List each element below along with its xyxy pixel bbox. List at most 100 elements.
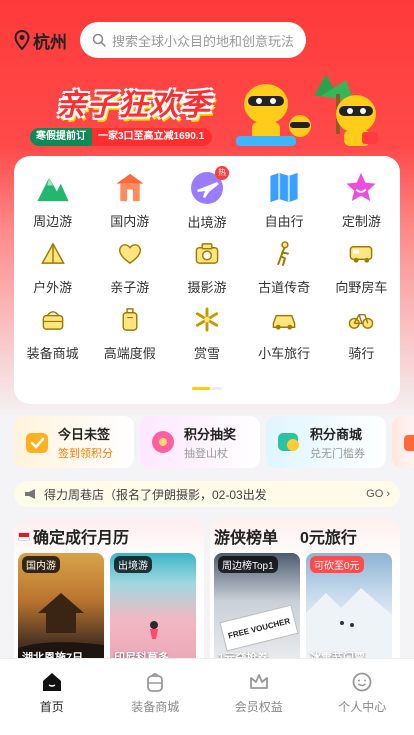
city-selector[interactable]: 杭州 xyxy=(14,28,74,53)
task-checkin[interactable]: 今日未签 签到领积分 xyxy=(14,416,134,468)
camera-icon xyxy=(195,243,219,264)
tab-label: 装备商城 xyxy=(131,700,180,714)
bike-icon xyxy=(349,313,374,329)
promo-card-ranking[interactable]: 游侠榜单 0元旅行 FREE VOUCHER 周边榜Top1 1元夺抢券 可砍至… xyxy=(210,519,400,669)
hot-badge: 热 xyxy=(214,166,229,180)
task-points-mall[interactable]: 积分商城 兑无门槛券 xyxy=(266,416,386,468)
category-item[interactable]: 亲子游 xyxy=(91,236,168,296)
banner-title: 亲子狂欢季 xyxy=(56,89,211,122)
temple-icon xyxy=(116,173,144,202)
category-label: 户外游 xyxy=(33,280,73,295)
category-grid-card: 周边游 国内游 热 出境游 自由行 定制游 户外游 亲子游 摄影游 古道传奇 向… xyxy=(14,156,400,404)
banner-mascot-illustration xyxy=(236,74,378,146)
promo-thumb[interactable]: 国内游 湖北恩施7日 xyxy=(18,553,104,669)
lottery-wheel-icon xyxy=(152,431,174,453)
voucher-text: FREE VOUCHER xyxy=(227,615,291,641)
category-label: 赏雪 xyxy=(193,346,220,361)
task-subtitle: 签到领积分 xyxy=(58,447,113,460)
tab-profile[interactable]: 个人中心 xyxy=(311,659,414,735)
category-item[interactable]: 摄影游 xyxy=(168,236,245,296)
rv-icon xyxy=(350,246,373,263)
backpack-icon xyxy=(147,673,164,692)
tab-gear-mall[interactable]: 装备商城 xyxy=(104,659,208,735)
promo-banner[interactable]: 亲子狂欢季 寒假提前订 一家3口至高立减1690.1 xyxy=(0,66,414,154)
category-label: 向野房车 xyxy=(335,280,388,295)
category-label: 周边游 xyxy=(33,214,73,229)
task-title: 积分抽奖 xyxy=(184,426,237,442)
category-label: 亲子游 xyxy=(110,280,150,295)
promo-thumb[interactable]: 可砍至0元 冰雪节门票 xyxy=(306,553,392,669)
category-label: 小车旅行 xyxy=(258,346,311,361)
category-item[interactable]: 骑行 xyxy=(323,302,400,362)
task-more[interactable] xyxy=(392,416,414,468)
banner-tag-left: 寒假提前订 xyxy=(30,128,92,146)
task-title: 积分商城 xyxy=(310,426,363,442)
banner-offer-pill: 寒假提前订 一家3口至高立减1690.1 xyxy=(30,128,213,146)
map-icon xyxy=(270,172,298,203)
notice-bar[interactable]: 得力周巷店（报名了伊朗摄影，02-03出发 GO › xyxy=(14,481,400,507)
search-placeholder: 搜索全球小众目的地和创意玩法 xyxy=(112,33,295,49)
promo-thumb-tag: 出境游 xyxy=(114,556,152,573)
promo-thumb[interactable]: FREE VOUCHER 周边榜Top1 1元夺抢券 xyxy=(214,553,300,669)
category-item[interactable]: 古道传奇 xyxy=(246,236,323,296)
voucher-card: FREE VOUCHER xyxy=(219,604,299,652)
category-item[interactable]: 向野房车 xyxy=(323,236,400,296)
promo-title-b: 0元旅行 xyxy=(300,530,357,547)
luggage-icon xyxy=(122,308,138,331)
search-icon xyxy=(92,33,106,47)
category-grid: 周边游 国内游 热 出境游 自由行 定制游 户外游 亲子游 摄影游 古道传奇 向… xyxy=(14,166,400,362)
category-label: 古道传奇 xyxy=(258,280,311,295)
category-label: 出境游 xyxy=(187,215,227,230)
crown-icon xyxy=(249,674,268,689)
category-label: 骑行 xyxy=(348,346,375,361)
home-icon xyxy=(42,673,61,691)
search-input[interactable]: 搜索全球小众目的地和创意玩法 xyxy=(80,22,306,58)
category-item[interactable]: 高端度假 xyxy=(91,302,168,362)
points-task-row: 今日未签 签到领积分 积分抽奖 抽登山杖 积分商城 兑无门槛券 xyxy=(14,416,414,468)
task-title: 今日未签 xyxy=(58,426,111,442)
tab-home[interactable]: 首页 xyxy=(0,659,104,735)
notice-text: 得力周巷店（报名了伊朗摄影，02-03出发 xyxy=(44,487,267,502)
category-item[interactable]: 户外游 xyxy=(14,236,91,296)
category-label: 高端度假 xyxy=(103,346,156,361)
tab-label: 会员权益 xyxy=(234,700,283,714)
heart-icon xyxy=(118,244,141,265)
gift-icon xyxy=(404,435,414,451)
location-pin-icon xyxy=(14,30,30,50)
calendar-check-icon xyxy=(26,433,48,453)
category-item[interactable]: 装备商城 xyxy=(14,302,91,362)
category-label: 自由行 xyxy=(264,214,304,229)
snowflake-icon xyxy=(195,307,219,332)
hiker-icon xyxy=(277,241,289,267)
task-lottery[interactable]: 积分抽奖 抽登山杖 xyxy=(140,416,260,468)
promo-thumb-tag: 可砍至0元 xyxy=(310,556,364,573)
category-label: 摄影游 xyxy=(187,280,227,295)
banner-tag-right: 一家3口至高立减1690.1 xyxy=(92,128,213,146)
notice-go-link[interactable]: GO › xyxy=(366,488,390,500)
bottom-tab-bar: 首页 装备商城 会员权益 个人中心 xyxy=(0,658,414,735)
category-item[interactable]: 国内游 xyxy=(91,170,168,230)
category-label: 定制游 xyxy=(341,214,381,229)
promo-card-calendar[interactable]: 确定成行月历 国内游 湖北恩施7日 出境游 印尼科莫多 xyxy=(14,519,204,669)
category-item[interactable]: 小车旅行 xyxy=(246,302,323,362)
mountain-icon xyxy=(37,177,69,202)
category-item[interactable]: 周边游 xyxy=(14,170,91,230)
category-item[interactable]: 热 出境游 xyxy=(168,166,245,230)
tab-membership[interactable]: 会员权益 xyxy=(207,659,311,735)
category-item[interactable]: 自由行 xyxy=(246,170,323,230)
tab-label: 首页 xyxy=(39,700,64,714)
task-subtitle: 抽登山杖 xyxy=(184,447,228,460)
top-bar: 杭州 搜索全球小众目的地和创意玩法 xyxy=(0,20,414,60)
tab-label: 个人中心 xyxy=(338,700,387,714)
category-item[interactable]: 定制游 xyxy=(323,170,400,230)
city-name: 杭州 xyxy=(33,32,67,52)
category-label: 装备商城 xyxy=(26,346,79,361)
face-icon xyxy=(352,672,372,692)
category-label: 国内游 xyxy=(110,214,150,229)
category-item[interactable]: 赏雪 xyxy=(168,302,245,362)
grid-page-indicator xyxy=(192,387,222,390)
promo-thumb[interactable]: 出境游 印尼科莫多 xyxy=(110,553,196,669)
basket-icon xyxy=(42,311,63,330)
tent-icon xyxy=(40,242,65,264)
plane-icon-wrap: 热 xyxy=(189,166,229,206)
